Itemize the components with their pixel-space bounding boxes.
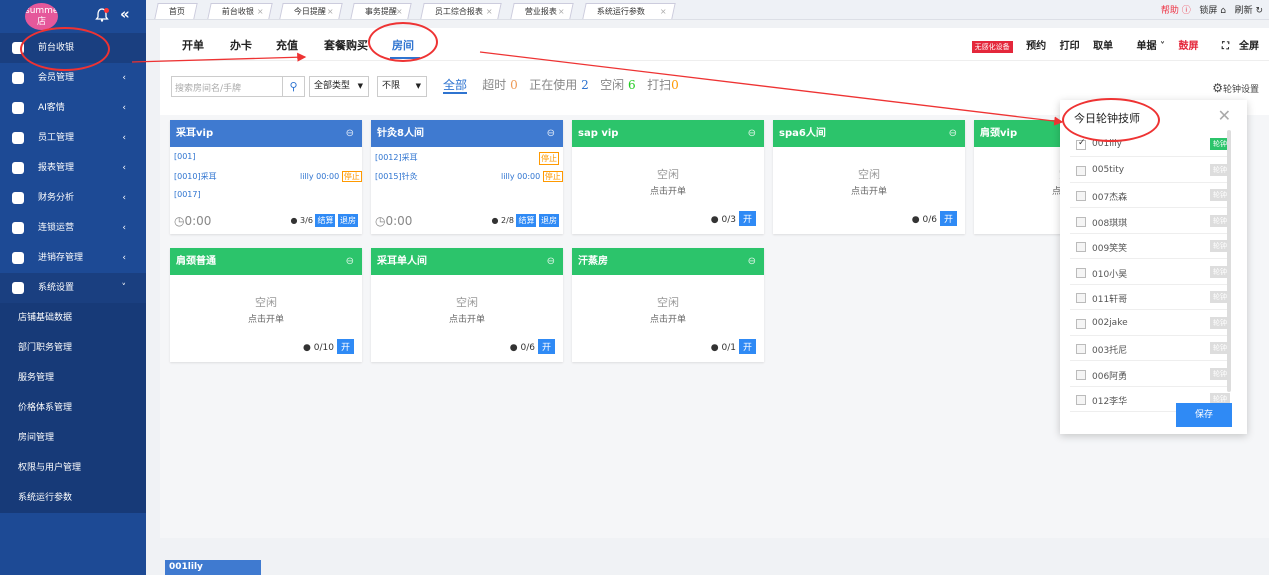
annotation-arrows — [131, 51, 1064, 126]
